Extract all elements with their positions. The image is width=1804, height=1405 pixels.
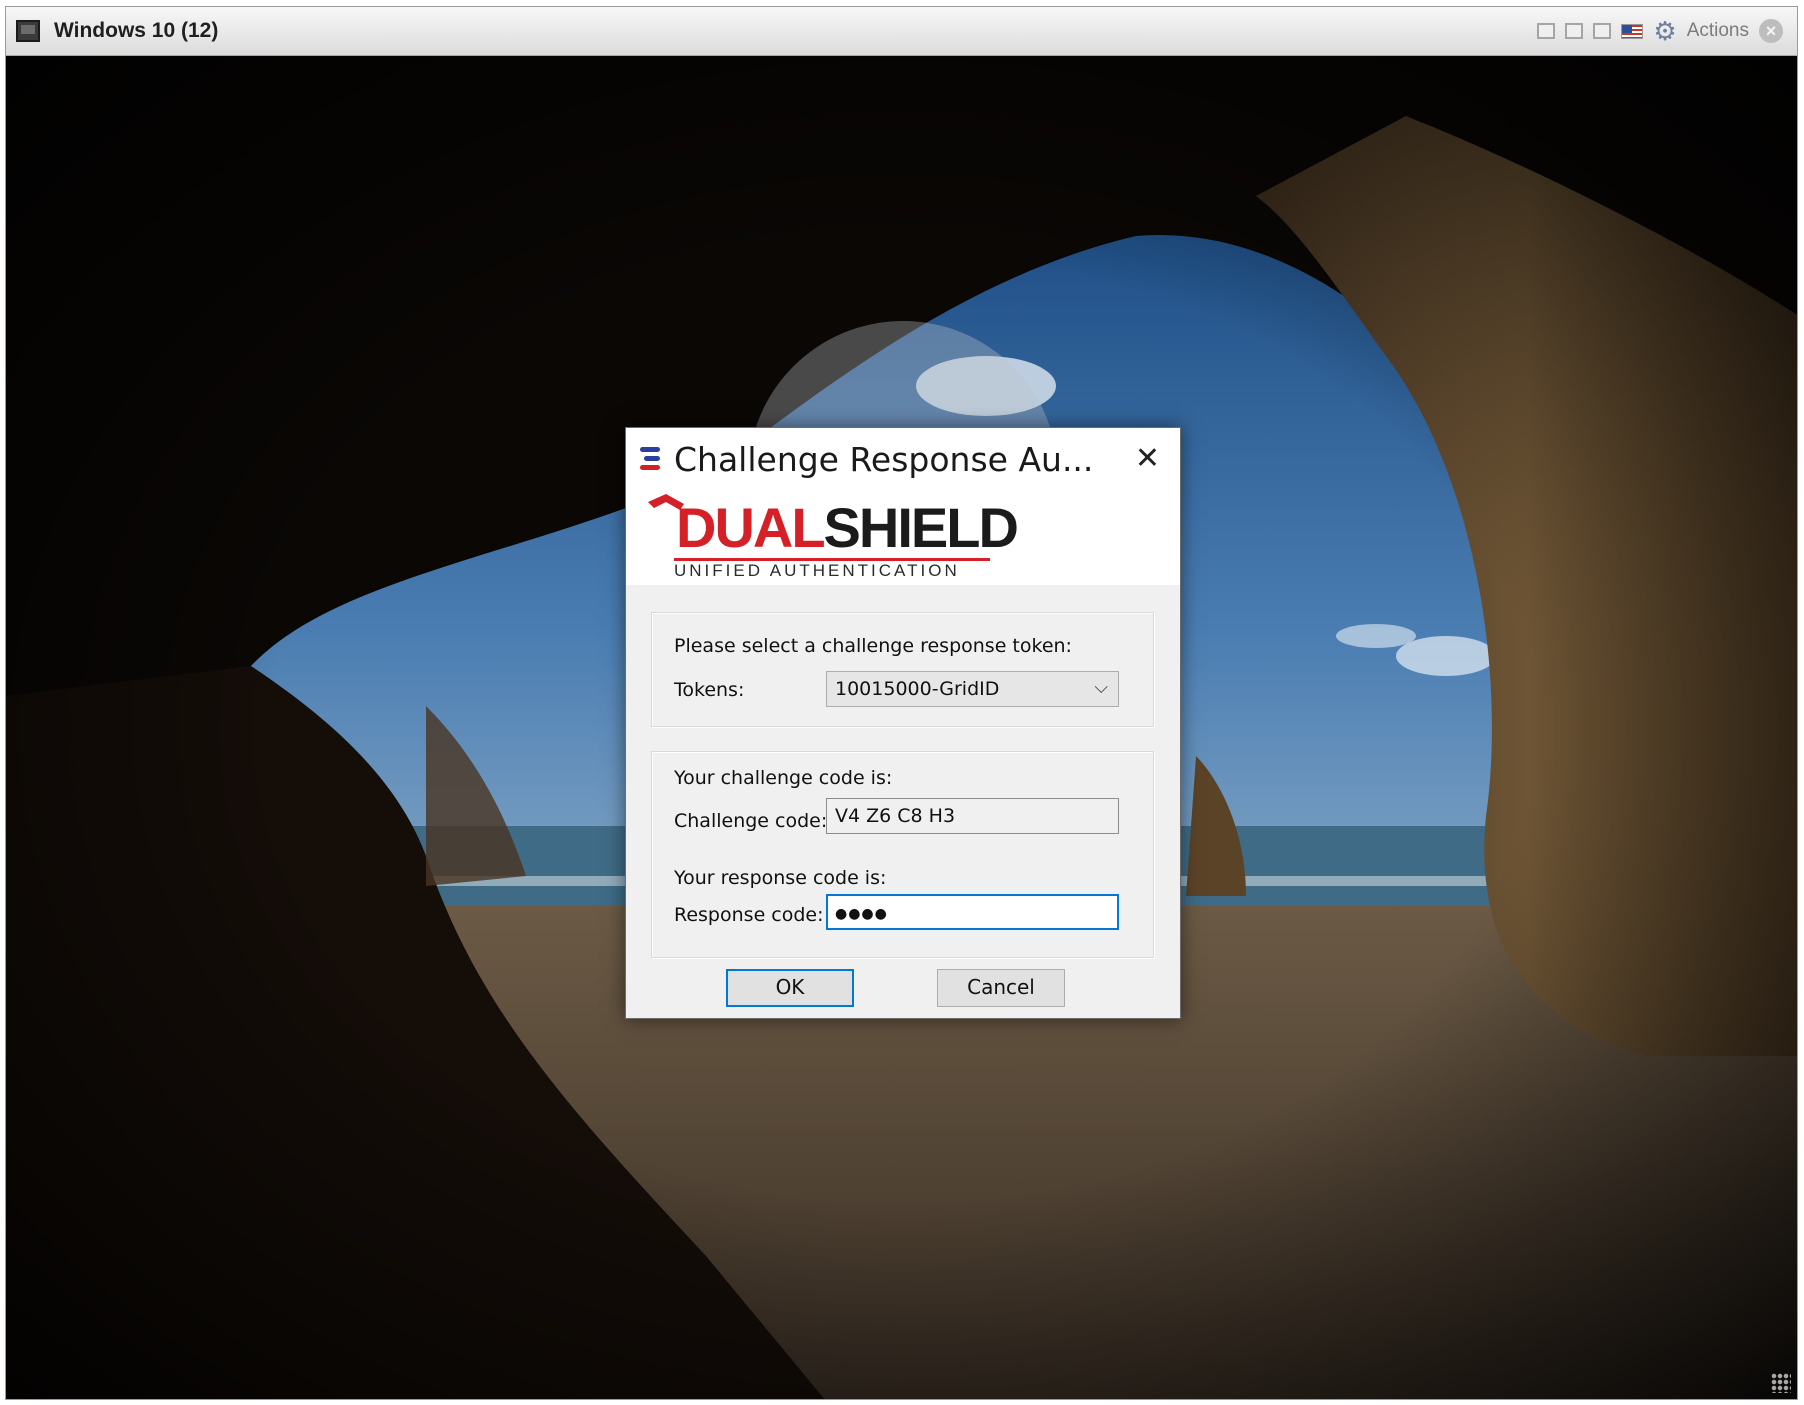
token-prompt: Please select a challenge response token… xyxy=(674,635,1072,657)
gear-icon[interactable]: ⚙ xyxy=(1653,18,1676,44)
challenge-code-field[interactable]: V4 Z6 C8 H3 xyxy=(826,798,1119,834)
close-icon[interactable]: ✕ xyxy=(1135,444,1160,474)
keyboard-flag-icon[interactable] xyxy=(1621,23,1644,39)
response-prompt: Your response code is: xyxy=(674,867,887,889)
restore-window-icon[interactable] xyxy=(1565,23,1584,39)
dualshield-app-icon xyxy=(638,444,664,474)
vm-title: Windows 10 (12) xyxy=(54,19,219,42)
dualshield-logo: DUALSHIELD UNIFIED AUTHENTICATION xyxy=(648,494,1019,582)
token-selection-group: Please select a challenge response token… xyxy=(651,612,1154,727)
vm-titlebar: Windows 10 (12) ⚙ Actions × xyxy=(6,7,1797,56)
resize-grip-icon[interactable] xyxy=(1771,1373,1791,1393)
screen-icon xyxy=(16,20,40,42)
dialog-titlebar[interactable]: Challenge Response Au... xyxy=(626,428,1180,490)
challenge-code-value: V4 Z6 C8 H3 xyxy=(835,805,956,827)
minimize-window-icon[interactable] xyxy=(1537,23,1556,39)
challenge-code-label: Challenge code: xyxy=(674,810,828,832)
chevron-down-icon: ⌵ xyxy=(1094,677,1108,698)
challenge-response-dialog: Challenge Response Au... ✕ DUALSHIELD UN… xyxy=(625,427,1181,1019)
vm-controls: ⚙ Actions × xyxy=(1537,18,1783,44)
cancel-button[interactable]: Cancel xyxy=(937,969,1065,1007)
response-code-input[interactable]: ●●●● xyxy=(826,894,1119,930)
logo-wordmark: DUALSHIELD xyxy=(676,496,1019,559)
actions-menu-button[interactable]: Actions xyxy=(1687,20,1749,42)
challenge-prompt: Your challenge code is: xyxy=(674,767,893,789)
tokens-label: Tokens: xyxy=(674,679,745,701)
ok-button[interactable]: OK xyxy=(726,969,854,1007)
response-code-label: Response code: xyxy=(674,904,824,926)
dialog-title: Challenge Response Au... xyxy=(674,439,1094,479)
response-code-masked-value: ●●●● xyxy=(835,906,888,922)
tokens-selected-value: 10015000-GridID xyxy=(835,678,1000,700)
fullscreen-icon[interactable] xyxy=(1593,23,1612,39)
logo-tagline: UNIFIED AUTHENTICATION xyxy=(674,558,990,579)
tokens-dropdown[interactable]: 10015000-GridID ⌵ xyxy=(826,671,1119,707)
dialog-header: Challenge Response Au... ✕ DUALSHIELD UN… xyxy=(626,428,1180,585)
code-group: Your challenge code is: Challenge code: … xyxy=(651,751,1154,958)
close-icon[interactable]: × xyxy=(1759,19,1783,43)
